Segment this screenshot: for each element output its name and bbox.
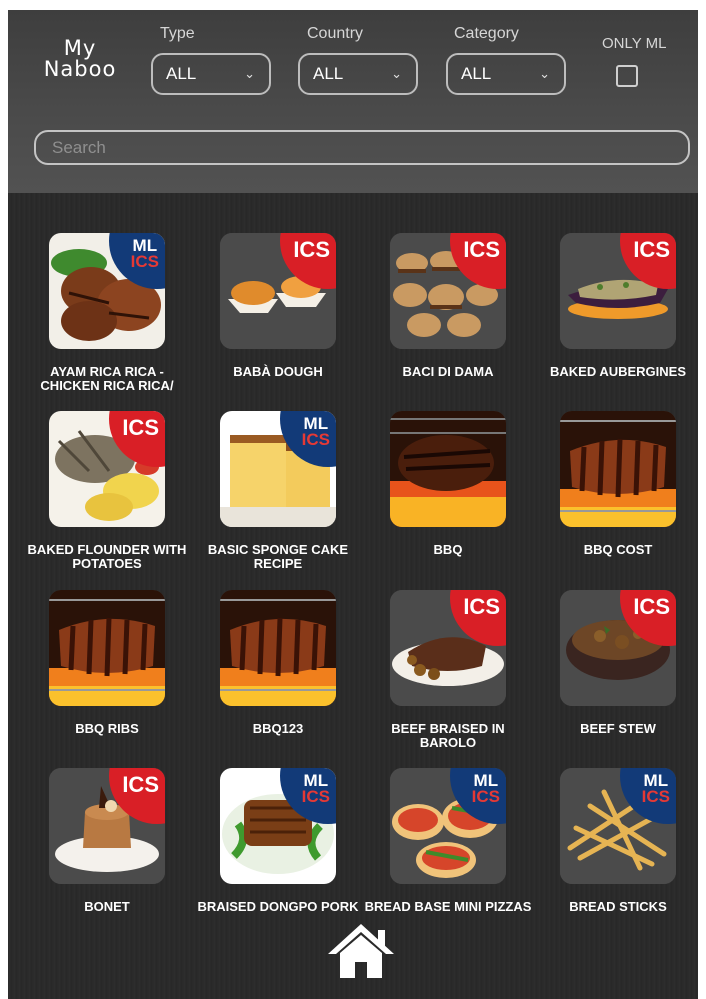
page-indicator <box>294 990 434 996</box>
recipe-tile[interactable]: ICS <box>390 590 506 706</box>
recipe-tile[interactable] <box>49 590 165 706</box>
type-select-value: ALL <box>166 64 197 83</box>
badge-label: ICS <box>633 595 670 619</box>
recipe-photo <box>220 590 336 706</box>
recipe-name[interactable]: BEEF STEW <box>533 722 698 736</box>
ics-badge-text: ICS <box>633 594 670 619</box>
chevron-down-icon: ⌄ <box>391 66 402 81</box>
badge-label: ICS <box>633 238 670 262</box>
badge-label: ML ICS <box>471 772 500 806</box>
type-filter-label: Type <box>160 25 195 42</box>
category-filter-label: Category <box>454 25 519 42</box>
category-select-value: ALL <box>461 64 492 83</box>
recipe-name[interactable]: BASIC SPONGE CAKE RECIPE <box>193 543 363 571</box>
recipe-tile[interactable]: ICS <box>220 233 336 349</box>
recipe-photo <box>49 590 165 706</box>
ics-badge-text: ICS <box>463 237 500 262</box>
recipe-name[interactable]: BREAD STICKS <box>533 900 698 914</box>
recipe-tile[interactable] <box>220 590 336 706</box>
badge-label: ML ICS <box>301 772 330 806</box>
recipe-tile[interactable]: ML ICS <box>560 768 676 884</box>
recipe-tile[interactable]: ML ICS <box>220 768 336 884</box>
only-ml-checkbox[interactable] <box>616 65 638 87</box>
recipe-tile[interactable] <box>390 411 506 527</box>
category-select[interactable]: ALL ⌄ <box>446 53 566 95</box>
recipe-name[interactable]: BRAISED DONGPO PORK <box>193 900 363 914</box>
country-select[interactable]: ALL ⌄ <box>298 53 418 95</box>
recipe-name[interactable]: BABÀ DOUGH <box>193 365 363 379</box>
home-icon[interactable] <box>326 920 396 980</box>
chevron-down-icon: ⌄ <box>244 66 255 81</box>
badge-label: ICS <box>122 416 159 440</box>
only-ml-label: ONLY ML <box>602 35 667 52</box>
recipe-name[interactable]: BONET <box>22 900 192 914</box>
recipe-tile[interactable]: ICS <box>560 590 676 706</box>
app-screen: My Naboo Type ALL ⌄ Country ALL ⌄ Catego… <box>8 10 698 999</box>
chevron-down-icon: ⌄ <box>539 66 550 81</box>
recipe-tile[interactable]: ICS <box>49 411 165 527</box>
country-select-value: ALL <box>313 64 344 83</box>
filter-header: My Naboo Type ALL ⌄ Country ALL ⌄ Catego… <box>8 10 698 193</box>
type-select[interactable]: ALL ⌄ <box>151 53 271 95</box>
recipe-photo <box>560 411 676 527</box>
badge-label: ML ICS <box>641 772 670 806</box>
badge-label: ML ICS <box>301 415 330 449</box>
recipe-name[interactable]: BACI DI DAMA <box>363 365 533 379</box>
ics-badge-text: ICS <box>293 237 330 262</box>
recipe-photo <box>390 411 506 527</box>
recipe-name[interactable]: BAKED AUBERGINES <box>533 365 698 379</box>
recipe-tile[interactable]: ML ICS <box>49 233 165 349</box>
search-placeholder: Search <box>52 138 106 157</box>
ics-badge-text: ICS <box>641 787 670 806</box>
ics-badge-text: ICS <box>122 772 159 797</box>
ics-badge-text: ICS <box>301 787 330 806</box>
recipe-tile[interactable]: ML ICS <box>220 411 336 527</box>
badge-label: ICS <box>122 773 159 797</box>
app-logo: My Naboo <box>30 38 130 82</box>
recipe-tile[interactable] <box>560 411 676 527</box>
recipe-tile[interactable]: ML ICS <box>390 768 506 884</box>
ics-badge-text: ICS <box>130 252 159 271</box>
recipe-name[interactable]: BBQ RIBS <box>22 722 192 736</box>
recipe-name[interactable]: BEEF BRAISED IN BAROLO <box>363 722 533 750</box>
logo-text-line1: My <box>63 36 97 60</box>
recipe-name[interactable]: BREAD BASE MINI PIZZAS <box>363 900 533 914</box>
recipe-name[interactable]: BBQ COST <box>533 543 698 557</box>
ics-badge-text: ICS <box>122 415 159 440</box>
recipe-name[interactable]: AYAM RICA RICA - CHICKEN RICA RICA/ <box>22 365 192 393</box>
ics-badge-text: ICS <box>463 594 500 619</box>
search-input[interactable]: Search <box>34 130 690 165</box>
badge-label: ICS <box>463 238 500 262</box>
logo-text-line2: Naboo <box>43 57 117 81</box>
recipe-name[interactable]: BBQ <box>363 543 533 557</box>
recipe-tile[interactable]: ICS <box>560 233 676 349</box>
recipe-name[interactable]: BAKED FLOUNDER WITH POTATOES <box>22 543 192 571</box>
recipe-tile[interactable]: ICS <box>390 233 506 349</box>
ics-badge-text: ICS <box>633 237 670 262</box>
badge-label: ICS <box>293 238 330 262</box>
badge-label: ML ICS <box>130 237 159 271</box>
badge-label: ICS <box>463 595 500 619</box>
ics-badge-text: ICS <box>301 430 330 449</box>
recipe-name[interactable]: BBQ123 <box>193 722 363 736</box>
ics-badge-text: ICS <box>471 787 500 806</box>
recipe-tile[interactable]: ICS <box>49 768 165 884</box>
country-filter-label: Country <box>307 25 364 42</box>
